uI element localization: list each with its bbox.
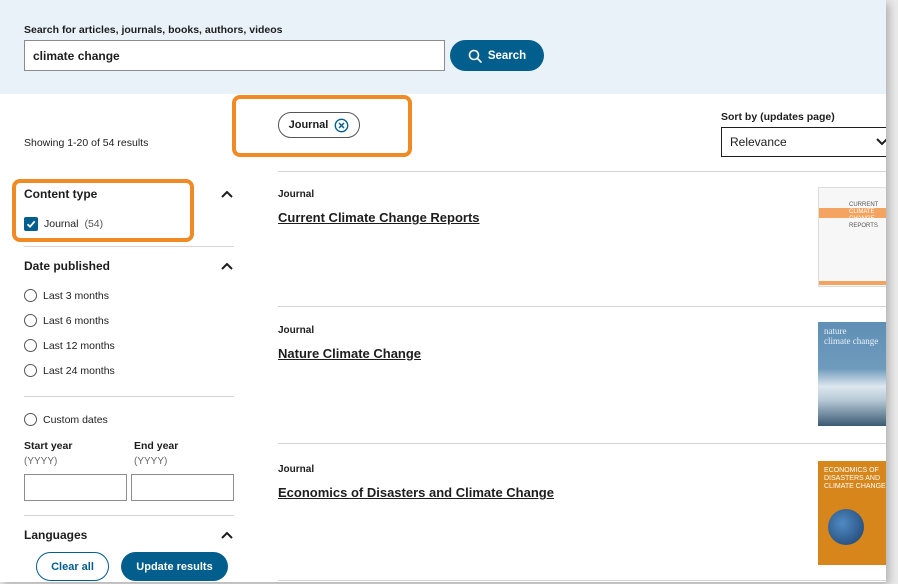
result-title-link[interactable]: Current Climate Change Reports (278, 210, 480, 225)
result-divider (278, 580, 886, 581)
cover-bottom-band (819, 281, 886, 285)
sort-select[interactable]: Relevance (721, 127, 886, 157)
radio-button[interactable] (24, 413, 37, 426)
facet-divider (24, 515, 234, 516)
search-button[interactable]: Search (450, 40, 544, 71)
radio-label: Last 6 months (43, 314, 109, 327)
start-year-input[interactable] (24, 474, 127, 501)
journal-cover-image[interactable]: nature climate change (818, 322, 886, 426)
facet-date-published-header[interactable]: Date published (24, 259, 234, 273)
search-label: Search for articles, journals, books, au… (24, 24, 283, 36)
highlight-active-filter (232, 95, 412, 157)
radio-button[interactable] (24, 364, 37, 377)
end-year-input[interactable] (131, 474, 234, 501)
facet-languages-title: Languages (24, 528, 88, 542)
search-button-label: Search (487, 49, 527, 62)
chevron-up-icon (221, 531, 233, 539)
radio-label: Last 12 months (43, 339, 115, 352)
result-title-link[interactable]: Economics of Disasters and Climate Chang… (278, 485, 554, 500)
search-icon (468, 49, 482, 63)
result-divider (278, 306, 886, 307)
radio-label: Custom dates (43, 413, 108, 426)
cover-title-text: nature climate change (824, 326, 879, 346)
facet-date-published-title: Date published (24, 259, 111, 273)
radio-last-3-months[interactable]: Last 3 months (24, 289, 109, 302)
chevron-down-icon (876, 138, 886, 146)
radio-custom-dates[interactable]: Custom dates (24, 413, 108, 426)
start-year-hint: (YYYY) (24, 456, 58, 467)
facet-languages-header[interactable]: Languages (24, 528, 234, 542)
cover-title-text: ECONOMICS OF DISASTERS AND CLIMATE CHANG… (824, 467, 886, 490)
highlight-content-type (12, 179, 194, 242)
facet-divider (24, 246, 234, 247)
end-year-label: End year (134, 440, 179, 452)
results-summary: Showing 1-20 of 54 results (24, 137, 149, 149)
facet-divider (24, 396, 234, 397)
radio-button[interactable] (24, 289, 37, 302)
update-results-button[interactable]: Update results (121, 552, 228, 581)
radio-last-12-months[interactable]: Last 12 months (24, 339, 115, 352)
radio-last-24-months[interactable]: Last 24 months (24, 364, 115, 377)
sort-selected-value: Relevance (730, 135, 787, 149)
result-type: Journal (278, 189, 315, 200)
journal-cover-image[interactable]: ECONOMICS OF DISASTERS AND CLIMATE CHANG… (818, 461, 886, 565)
journal-cover-image[interactable]: CURRENT CLIMATE CHANGE REPORTS (818, 187, 886, 287)
search-input[interactable] (24, 40, 445, 71)
chevron-up-icon (221, 190, 233, 198)
result-divider (278, 443, 886, 444)
clear-all-button[interactable]: Clear all (36, 552, 109, 581)
result-type: Journal (278, 325, 315, 336)
radio-last-6-months[interactable]: Last 6 months (24, 314, 109, 327)
result-divider (278, 171, 886, 172)
page-frame: Search for articles, journals, books, au… (0, 0, 886, 582)
cover-globe-graphic (828, 509, 864, 545)
sort-label: Sort by (updates page) (721, 111, 835, 123)
radio-button[interactable] (24, 339, 37, 352)
cover-title-text: CURRENT CLIMATE CHANGE REPORTS (849, 202, 879, 229)
start-year-label: Start year (24, 440, 73, 452)
end-year-hint: (YYYY) (134, 456, 168, 467)
radio-button[interactable] (24, 314, 37, 327)
result-title-link[interactable]: Nature Climate Change (278, 346, 421, 361)
radio-label: Last 3 months (43, 289, 109, 302)
chevron-up-icon (221, 262, 233, 270)
result-type: Journal (278, 464, 315, 475)
radio-label: Last 24 months (43, 364, 115, 377)
